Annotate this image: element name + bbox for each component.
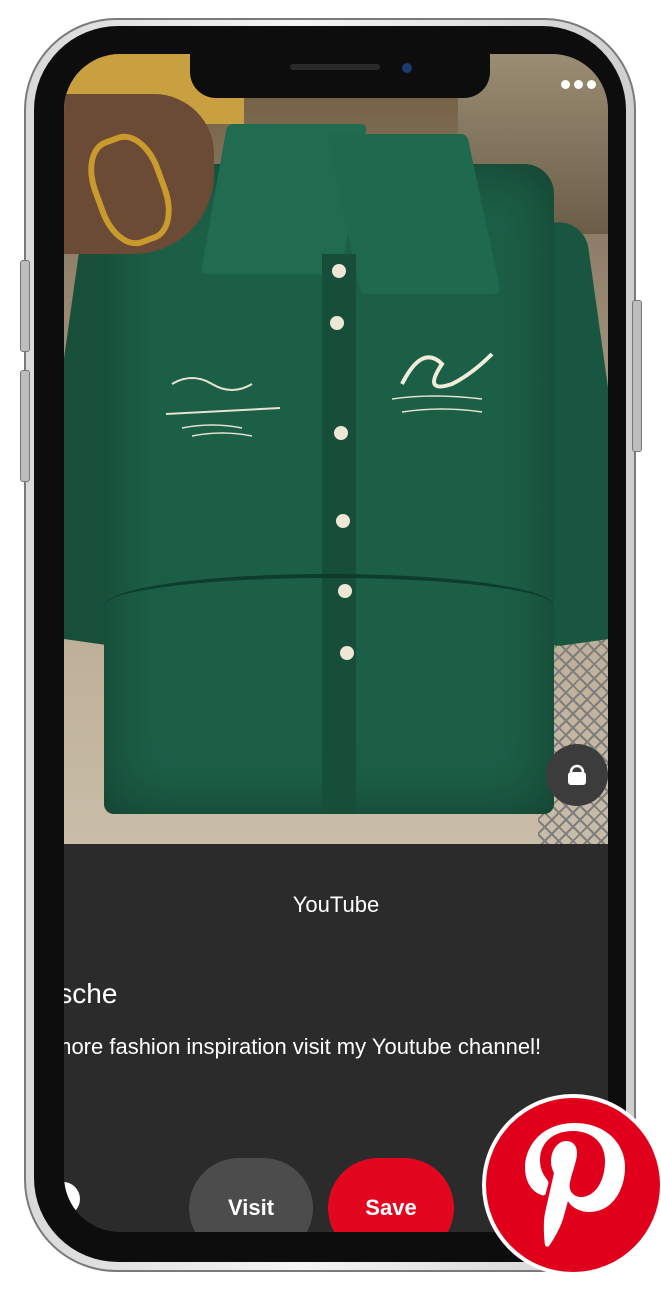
pin-image[interactable] <box>64 54 608 844</box>
earpiece-speaker <box>290 64 380 70</box>
pinterest-logo-icon <box>486 1098 660 1272</box>
pin-title: Bosche <box>64 978 118 1009</box>
phone-notch <box>190 54 490 98</box>
shirt-button <box>330 316 344 330</box>
shirt-button <box>340 646 354 660</box>
creator-avatar[interactable] <box>64 1182 80 1216</box>
shirt-button <box>332 264 346 278</box>
shirt-placket <box>322 254 356 814</box>
pin-description: For more fashion inspiration visit my Yo… <box>64 1034 542 1059</box>
shirt-print-right <box>391 352 494 413</box>
shirt-pocket <box>104 574 554 638</box>
pin-source[interactable]: YouTube <box>64 892 608 918</box>
phone-screen: YouTube Bosche For more fashion inspirat… <box>64 54 608 1232</box>
front-camera <box>402 63 412 73</box>
shirt-print-left <box>165 377 281 437</box>
shirt-button <box>336 514 350 528</box>
volume-down-button <box>20 370 30 482</box>
save-button[interactable]: Save <box>328 1158 454 1232</box>
shirt-button <box>334 426 348 440</box>
more-options-icon[interactable] <box>561 80 596 89</box>
volume-up-button <box>20 260 30 352</box>
shopping-bag-icon[interactable] <box>546 744 608 806</box>
visit-button[interactable]: Visit <box>189 1158 313 1232</box>
power-button <box>632 300 642 452</box>
